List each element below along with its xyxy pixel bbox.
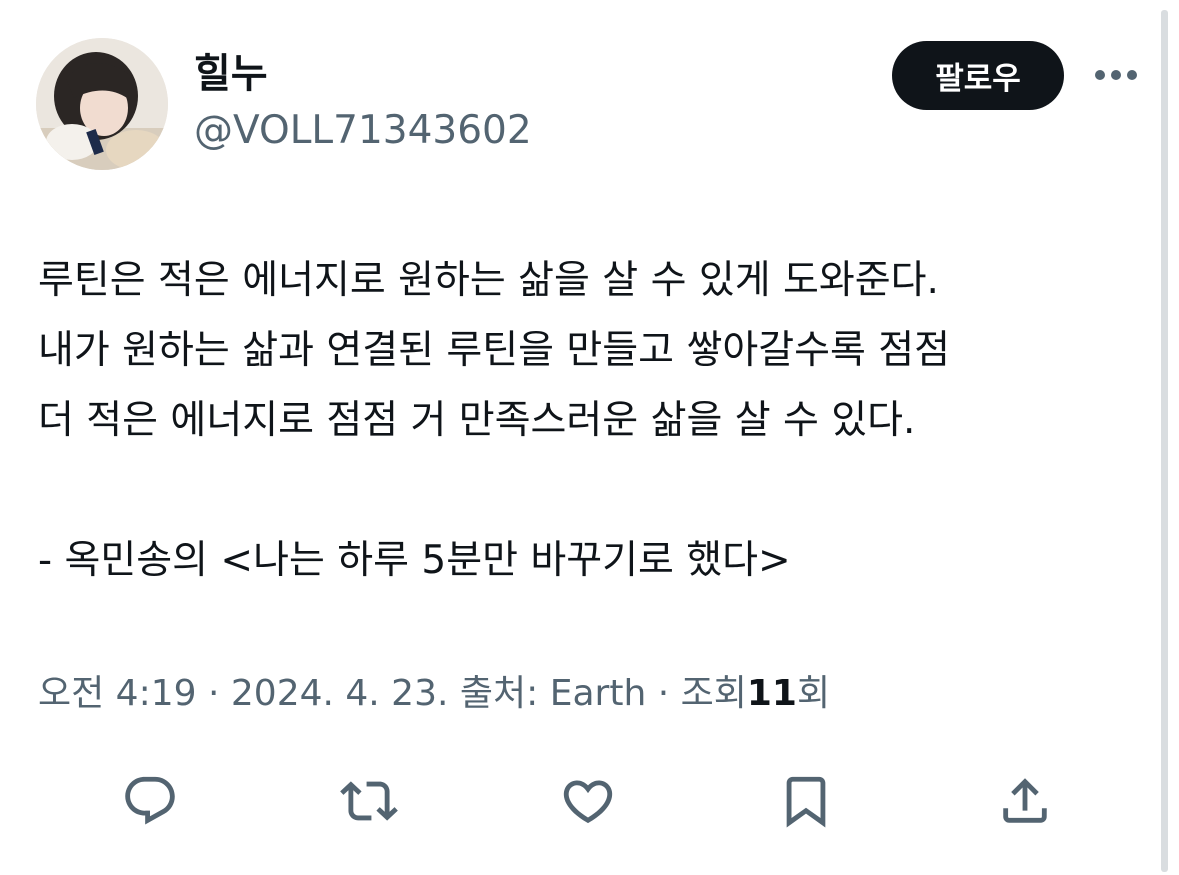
views-suffix: 회 xyxy=(796,673,831,714)
ellipsis-icon[interactable] xyxy=(1093,63,1139,87)
user-handle[interactable]: @VOLL71343602 xyxy=(194,106,532,156)
tweet-date[interactable]: 2024. 4. 23. xyxy=(231,673,449,714)
tweet-meta: 오전 4:19 · 2024. 4. 23. 출처: Earth · 조회11회 xyxy=(38,668,830,720)
tweet-text-line: - 옥민송의 <나는 하루 5분만 바꾸기로 했다> xyxy=(38,538,791,583)
tweet-text-line: 내가 원하는 삶과 연결된 루틴을 만들고 쌓아갈수록 점점 xyxy=(38,328,951,373)
tweet-detail: 힐누 @VOLL71343602 팔로우 루틴은 적은 에너지로 원하는 삶을 … xyxy=(0,0,1179,875)
bookmark-icon xyxy=(786,776,826,828)
views-label: 조회 xyxy=(680,673,747,714)
meta-separator: · xyxy=(657,673,670,714)
follow-button[interactable]: 팔로우 xyxy=(892,41,1064,110)
profile-photo xyxy=(36,38,168,170)
tweet-text: 루틴은 적은 에너지로 원하는 삶을 살 수 있게 도와준다. 내가 원하는 삶… xyxy=(38,246,1158,596)
views-count: 11 xyxy=(746,673,797,714)
meta-separator: · xyxy=(207,673,220,714)
like-button[interactable] xyxy=(553,766,623,836)
tweet-text-line: 루틴은 적은 에너지로 원하는 삶을 살 수 있게 도와준다. xyxy=(38,258,939,303)
scrollbar[interactable] xyxy=(1161,10,1168,872)
share-button[interactable] xyxy=(990,766,1060,836)
tweet-text-line: 더 적은 에너지로 점점 거 만족스러운 삶을 살 수 있다. xyxy=(38,398,916,443)
share-icon xyxy=(1003,778,1047,823)
bookmark-button[interactable] xyxy=(771,766,841,836)
avatar[interactable] xyxy=(36,38,168,170)
retweet-icon xyxy=(340,781,398,821)
reply-button[interactable] xyxy=(115,766,185,836)
reply-icon xyxy=(125,776,175,825)
like-icon xyxy=(563,780,613,824)
display-name[interactable]: 힐누 xyxy=(194,48,268,100)
source-label: 출처: xyxy=(459,673,539,714)
tweet-actions xyxy=(0,766,1179,836)
retweet-button[interactable] xyxy=(334,766,404,836)
tweet-time[interactable]: 오전 4:19 xyxy=(38,673,197,714)
tweet-source: Earth xyxy=(549,673,647,714)
